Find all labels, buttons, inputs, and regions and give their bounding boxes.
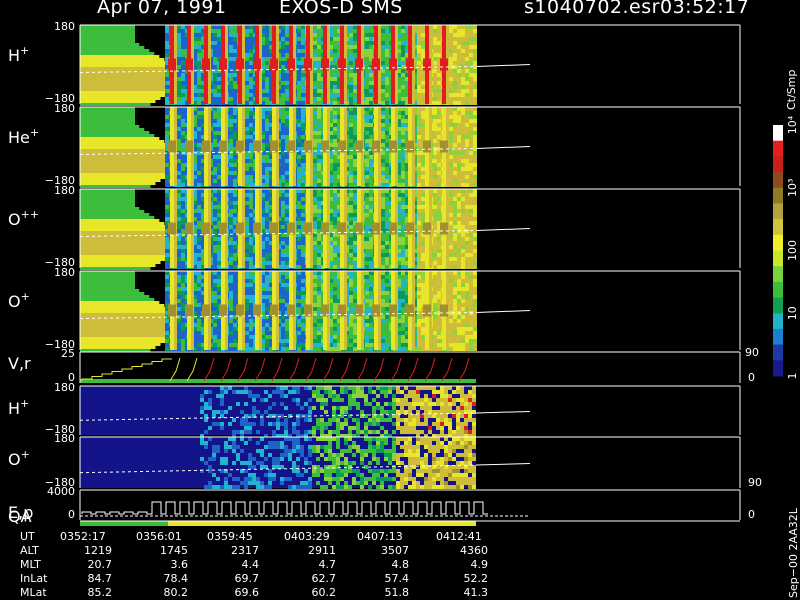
table-cell: 2317 <box>231 544 259 557</box>
table-row-label: InLat <box>20 572 48 585</box>
table-cell: 1219 <box>84 544 112 557</box>
table-cell: 3.6 <box>171 558 189 571</box>
colorbar-tick: 100 <box>786 240 799 261</box>
y-tick-top: 180 <box>54 432 75 445</box>
table-cell: 51.8 <box>385 586 410 599</box>
y-tick-top: 25 <box>61 347 75 360</box>
colorbar-swatch <box>773 156 783 173</box>
colorbar-swatch <box>773 140 783 157</box>
right-tick-bottom: 90 <box>748 476 762 489</box>
colorbar-swatch <box>773 187 783 204</box>
colorbar-swatch <box>773 172 783 189</box>
colorbar-swatch <box>773 344 783 361</box>
right-tick-bottom: 0 <box>748 371 755 384</box>
spectrogram-2 <box>79 189 531 270</box>
table-cell: 0407:13 <box>357 530 403 543</box>
panel-label: O+ <box>8 290 30 311</box>
table-row-label: ALT <box>20 544 39 557</box>
y-tick-top: 4000 <box>47 485 75 498</box>
spectrogram-0 <box>79 25 531 106</box>
colorbar-unit: Ct/Smp <box>785 70 798 110</box>
table-cell: 60.2 <box>312 586 337 599</box>
colorbar-swatch <box>773 250 783 267</box>
colorbar-tick: 10³ <box>786 179 799 197</box>
file-name: s1040702.esr <box>524 0 660 18</box>
colorbar-tick: 10 <box>786 306 799 320</box>
table-cell: 2911 <box>308 544 336 557</box>
spectrogram-1 <box>79 107 531 188</box>
plot-time: 03:52:17 <box>660 0 750 18</box>
colorbar-swatch <box>773 328 783 346</box>
panel-label: V,r <box>8 354 31 373</box>
colorbar-swatch <box>773 360 783 377</box>
y-tick-top: 180 <box>54 20 75 33</box>
y-tick-top: 180 <box>54 266 75 279</box>
plot-date: Apr 07, 1991 <box>97 0 227 18</box>
colorbar-tick: 1 <box>786 373 799 380</box>
table-cell: 52.2 <box>464 572 489 585</box>
table-cell: 0403:29 <box>284 530 330 543</box>
colorbar-swatch <box>773 281 783 299</box>
table-cell: 85.2 <box>88 586 113 599</box>
table-cell: 20.7 <box>88 558 113 571</box>
table-cell: 0359:45 <box>207 530 253 543</box>
colorbar-swatch <box>773 234 783 251</box>
table-cell: 0356:01 <box>136 530 182 543</box>
panel-label: H+ <box>8 44 29 65</box>
table-cell: 4.9 <box>471 558 489 571</box>
colorbar-swatch <box>773 313 783 330</box>
spectrogram-plot: 180−180H+180−180He+180−180O++180−180O+25… <box>8 20 800 599</box>
table-row-label: MLat <box>20 586 47 599</box>
right-tick-top: 90 <box>745 346 759 359</box>
y-tick-bottom: 0 <box>68 508 75 521</box>
colorbar-swatch <box>773 125 783 142</box>
table-cell: 69.7 <box>235 572 260 585</box>
y-tick-top: 180 <box>54 381 75 394</box>
y-tick-top: 180 <box>54 102 75 115</box>
o-plus-2d-panel <box>79 437 531 489</box>
velocity-panel <box>80 357 476 383</box>
colorbar-swatch <box>773 297 783 314</box>
y-tick-top: 180 <box>54 184 75 197</box>
panel-label-qa: QA <box>8 507 32 526</box>
table-cell: 69.6 <box>235 586 260 599</box>
table-cell: 80.2 <box>164 586 189 599</box>
colorbar-swatch <box>773 266 783 283</box>
colorbar-swatch <box>773 203 783 220</box>
table-cell: 1745 <box>160 544 188 557</box>
table-cell: 0412:41 <box>436 530 482 543</box>
colorbar-swatch <box>773 219 783 236</box>
energy-panel <box>80 501 530 526</box>
table-cell: 4.8 <box>392 558 410 571</box>
table-cell: 41.3 <box>464 586 489 599</box>
table-cell: 84.7 <box>88 572 113 585</box>
panel-label: O++ <box>8 208 39 229</box>
table-cell: 57.4 <box>385 572 410 585</box>
table-cell: 4.4 <box>242 558 260 571</box>
table-row-label: MLT <box>20 558 41 571</box>
sms-spectrogram-display: 180 −180 H+ 180 −180 He+ 180 −180 O++ 180 −180 O+ 25… <box>0 0 800 600</box>
table-cell: 4.7 <box>319 558 337 571</box>
panel-label: H+ <box>8 397 29 418</box>
table-cell: 78.4 <box>164 572 189 585</box>
h-plus-2d-panel <box>79 386 531 438</box>
panel-label: O+ <box>8 448 30 469</box>
footer-label: Sep−00 2AA32L <box>787 507 800 598</box>
table-cell: 3507 <box>381 544 409 557</box>
right-tick-bottom: 0 <box>748 508 755 521</box>
panel-label: He+ <box>8 126 39 147</box>
table-cell: 62.7 <box>312 572 337 585</box>
spectrogram-3 <box>79 271 531 352</box>
table-row-label: UT <box>20 530 35 543</box>
instrument-title: EXOS-D SMS <box>279 0 403 18</box>
colorbar-tick: 10⁴ <box>786 115 799 134</box>
table-cell: 4360 <box>460 544 488 557</box>
table-cell: 0352:17 <box>60 530 106 543</box>
